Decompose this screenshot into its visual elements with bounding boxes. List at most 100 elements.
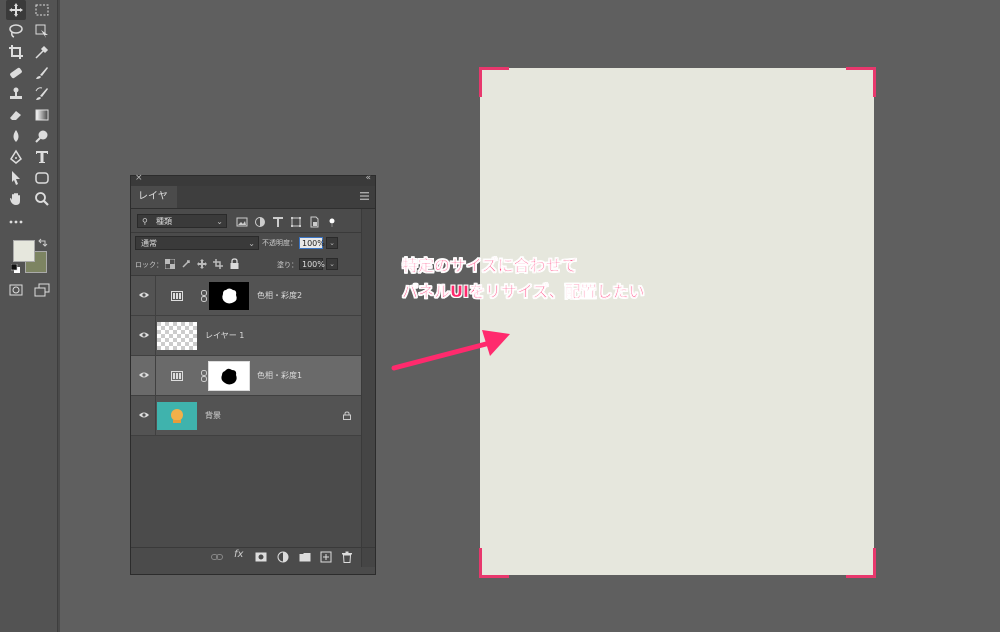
panel-title-bar[interactable]: × «: [131, 173, 375, 186]
new-group-icon[interactable]: [299, 551, 311, 563]
eraser-tool-icon[interactable]: [6, 105, 26, 125]
layer-row-background[interactable]: 背景: [131, 396, 363, 436]
close-icon[interactable]: ×: [135, 173, 143, 183]
quick-mask-icon[interactable]: [6, 280, 26, 300]
visibility-column-divider: [155, 356, 156, 396]
chevron-down-icon: ⌄: [216, 217, 223, 226]
pen-tool-icon[interactable]: [6, 147, 26, 167]
layers-panel[interactable]: × « レイヤー ⚲ 種類 ⌄ 通常 ⌄ 不透明度： 100% ⌄ ロック： 塗…: [130, 173, 376, 575]
filter-kind-select[interactable]: ⚲ 種類 ⌄: [137, 214, 227, 228]
type-filter-icon[interactable]: [272, 216, 284, 228]
more-tools-icon[interactable]: [6, 212, 26, 232]
blend-mode-value: 通常: [141, 239, 157, 248]
smart-object-filter-icon[interactable]: [308, 216, 320, 228]
crop-tool-icon[interactable]: [6, 42, 26, 62]
toolbar-divider: [58, 0, 60, 632]
eye-icon[interactable]: [139, 291, 149, 299]
layer-row-hue-saturation-1[interactable]: 色相・彩度1: [131, 356, 363, 396]
document-canvas[interactable]: [480, 68, 874, 575]
opacity-input[interactable]: 100%: [299, 237, 325, 249]
panel-tab-bar: レイヤー: [131, 186, 375, 224]
corner-mark-top-right: [846, 67, 876, 97]
quick-selection-tool-icon[interactable]: [32, 21, 52, 41]
lock-image-pixels-icon[interactable]: [181, 259, 191, 269]
shape-filter-icon[interactable]: [290, 216, 302, 228]
visibility-column-divider: [155, 396, 156, 436]
path-selection-tool-icon[interactable]: [6, 168, 26, 188]
eye-icon[interactable]: [139, 371, 149, 379]
lock-transparent-pixels-icon[interactable]: [165, 259, 175, 269]
panel-menu-icon[interactable]: [360, 192, 369, 200]
layer-name[interactable]: レイヤー 1: [205, 330, 244, 341]
panel-bottom-toolbar: fx: [131, 547, 375, 566]
layer-name[interactable]: 背景: [205, 410, 221, 421]
tools-panel: [0, 0, 58, 632]
new-layer-icon[interactable]: [320, 551, 332, 563]
type-tool-icon[interactable]: [32, 147, 52, 167]
visibility-column-divider: [155, 276, 156, 316]
corner-mark-top-left: [479, 67, 509, 97]
chain-link-icon[interactable]: [201, 290, 207, 302]
history-brush-tool-icon[interactable]: [32, 84, 52, 104]
layers-scrollbar[interactable]: [361, 209, 375, 567]
dodge-tool-icon[interactable]: [32, 126, 52, 146]
blend-mode-select[interactable]: 通常 ⌄: [135, 236, 259, 250]
delete-layer-icon[interactable]: [341, 551, 353, 563]
link-layers-icon[interactable]: [211, 551, 223, 563]
hue-saturation-adjustment-icon: [171, 291, 183, 301]
lasso-tool-icon[interactable]: [6, 21, 26, 41]
brush-tool-icon[interactable]: [32, 63, 52, 83]
screen-mode-icon[interactable]: [32, 280, 52, 300]
adjustment-filter-icon[interactable]: [254, 216, 266, 228]
foreground-color-swatch[interactable]: [13, 240, 35, 262]
layer-name[interactable]: 色相・彩度2: [257, 290, 302, 301]
pixel-filter-icon[interactable]: [236, 216, 248, 228]
corner-mark-bottom-right: [846, 548, 876, 578]
lock-artboard-icon[interactable]: [213, 259, 223, 269]
chevron-down-icon: ⌄: [248, 239, 255, 248]
clone-stamp-tool-icon[interactable]: [6, 84, 26, 104]
layer-thumbnail-image[interactable]: [157, 402, 197, 430]
blur-tool-icon[interactable]: [6, 126, 26, 146]
eye-icon[interactable]: [139, 331, 149, 339]
add-mask-icon[interactable]: [255, 551, 267, 563]
collapse-icon[interactable]: «: [365, 173, 371, 183]
layer-name[interactable]: 色相・彩度1: [257, 370, 302, 381]
hue-saturation-adjustment-icon: [171, 371, 183, 381]
healing-brush-tool-icon[interactable]: [6, 63, 26, 83]
layer-row-hue-saturation-2[interactable]: 色相・彩度2: [131, 276, 363, 316]
layer-mask-thumbnail[interactable]: [208, 361, 250, 391]
rectangle-tool-icon[interactable]: [32, 168, 52, 188]
layer-thumbnail-transparent[interactable]: [157, 322, 197, 350]
new-adjustment-layer-icon[interactable]: [277, 551, 289, 563]
lock-label: ロック：: [135, 261, 163, 269]
layer-mask-thumbnail[interactable]: [209, 282, 249, 310]
opacity-label: 不透明度：: [262, 239, 297, 247]
hand-tool-icon[interactable]: [6, 189, 26, 209]
gradient-tool-icon[interactable]: [32, 105, 52, 125]
swap-colors-icon[interactable]: [38, 238, 48, 248]
lock-position-icon[interactable]: [197, 259, 207, 269]
eyedropper-tool-icon[interactable]: [32, 42, 52, 62]
tab-layers[interactable]: レイヤー: [131, 186, 177, 224]
fill-dropdown-button[interactable]: ⌄: [326, 258, 338, 270]
chain-link-icon[interactable]: [201, 370, 207, 382]
filter-toggle-icon[interactable]: [326, 216, 338, 228]
fill-label: 塗り：: [277, 261, 298, 269]
default-colors-icon[interactable]: [11, 264, 21, 274]
annotation-line-1: 特定のサイズに合わせて: [402, 256, 578, 275]
annotation-arrow: [391, 330, 510, 371]
fill-input[interactable]: 100%: [299, 258, 325, 270]
filter-icons: [236, 216, 338, 228]
lock-icon[interactable]: [343, 411, 351, 420]
layer-row-layer-1[interactable]: レイヤー 1: [131, 316, 363, 356]
lock-all-icon[interactable]: [230, 258, 239, 269]
opacity-dropdown-button[interactable]: ⌄: [326, 237, 338, 249]
annotation-line-2: パネルUIをリサイズ、配置したい: [402, 282, 645, 301]
zoom-tool-icon[interactable]: [32, 189, 52, 209]
marquee-tool-icon[interactable]: [32, 0, 52, 20]
move-tool-icon[interactable]: [6, 0, 26, 20]
fx-icon[interactable]: fx: [234, 549, 243, 560]
eye-icon[interactable]: [139, 411, 149, 419]
filter-kind-value: 種類: [156, 217, 172, 226]
